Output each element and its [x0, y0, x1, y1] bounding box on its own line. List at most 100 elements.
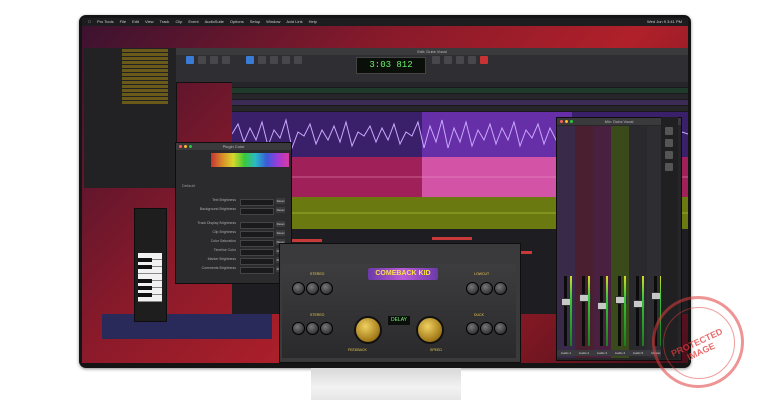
knob-label: STEREO	[310, 272, 325, 276]
knob-label: DUCK	[474, 313, 484, 317]
reset-button[interactable]: Reset	[276, 207, 285, 213]
strip-name[interactable]: Audio 5	[629, 350, 647, 356]
menu-options[interactable]: Options	[230, 18, 244, 26]
pref-label: Background Brightness	[199, 207, 236, 211]
tool-icon[interactable]	[665, 139, 673, 147]
piano-key-black[interactable]	[138, 286, 152, 290]
strip-name[interactable]: Audio 3	[593, 350, 611, 356]
meter-bar	[122, 69, 168, 72]
meter-bar	[122, 85, 168, 88]
menu-bar:  Pro Tools File Edit View Track Clip Ev…	[82, 18, 688, 26]
watermark-stamp: PROTECTED IMAGE	[652, 296, 744, 388]
grid-mode-button[interactable]	[222, 56, 230, 64]
grabber-tool-button[interactable]	[282, 56, 290, 64]
zoom-icon[interactable]	[570, 120, 573, 123]
zoom-tool-button[interactable]	[246, 56, 254, 64]
color-palette-grid[interactable]	[211, 153, 289, 167]
plugin-knob[interactable]	[494, 282, 507, 295]
piano-key-black[interactable]	[138, 279, 152, 283]
strip-name[interactable]: Audio 1	[557, 350, 575, 356]
reset-button[interactable]: Reset	[276, 221, 285, 227]
close-icon[interactable]	[560, 120, 563, 123]
pref-row: Timeline ColorReset	[186, 248, 286, 256]
fast-forward-button[interactable]	[468, 56, 476, 64]
meter-bar	[122, 65, 168, 68]
pref-slider[interactable]	[240, 267, 274, 274]
meter-bar	[122, 77, 168, 80]
pref-slider[interactable]	[240, 222, 274, 229]
menu-view[interactable]: View	[145, 18, 154, 26]
plugin-knob[interactable]	[480, 322, 493, 335]
plugin-knob[interactable]	[292, 282, 305, 295]
plugin-knob[interactable]	[306, 282, 319, 295]
plugin-knob[interactable]	[320, 322, 333, 335]
menu-window[interactable]: Window	[266, 18, 280, 26]
feedback-knob[interactable]	[354, 316, 382, 344]
knob-label: LOWCUT	[474, 272, 490, 276]
close-icon[interactable]	[179, 145, 182, 148]
zoom-icon[interactable]	[189, 145, 192, 148]
plugin-knob[interactable]	[494, 322, 507, 335]
app-name[interactable]: Pro Tools	[97, 18, 114, 26]
plugin-knob[interactable]	[480, 282, 493, 295]
plugin-knob[interactable]	[466, 282, 479, 295]
pref-label: Track Display Brightness	[197, 221, 236, 225]
knob-label: SPEED	[430, 348, 442, 352]
selector-tool-button[interactable]	[270, 56, 278, 64]
pref-row: Background Brightness Reset	[186, 207, 286, 215]
strip-name[interactable]: Audio 4	[611, 350, 629, 356]
stop-button[interactable]	[444, 56, 452, 64]
speed-knob[interactable]	[416, 316, 444, 344]
reset-button[interactable]: Reset	[276, 198, 285, 204]
pref-slider[interactable]	[240, 240, 274, 247]
plugin-knob[interactable]	[320, 282, 333, 295]
blue-audio-track[interactable]	[102, 314, 272, 339]
main-counter[interactable]: 3:03 812	[356, 57, 426, 74]
reset-button[interactable]: Reset	[276, 230, 285, 236]
pref-slider[interactable]	[240, 231, 274, 238]
strip-name[interactable]: Audio 2	[575, 350, 593, 356]
plugin-display: DELAY	[388, 316, 410, 325]
record-button[interactable]	[480, 56, 488, 64]
tool-icon[interactable]	[665, 163, 673, 171]
menu-track[interactable]: Track	[160, 18, 170, 26]
menu-clip[interactable]: Clip	[175, 18, 182, 26]
slip-mode-button[interactable]	[198, 56, 206, 64]
menu-setup[interactable]: Setup	[250, 18, 260, 26]
spot-mode-button[interactable]	[210, 56, 218, 64]
pref-slider[interactable]	[240, 249, 274, 256]
pref-slider[interactable]	[240, 208, 274, 215]
menu-help[interactable]: Help	[309, 18, 317, 26]
shuffle-mode-button[interactable]	[186, 56, 194, 64]
fader-track	[582, 276, 585, 346]
monitor-stand	[311, 368, 461, 400]
minimize-icon[interactable]	[565, 120, 568, 123]
piano-key-black[interactable]	[138, 293, 152, 297]
pref-slider[interactable]	[240, 199, 274, 206]
piano-key-black[interactable]	[138, 265, 152, 269]
channel-strip: Audio 1	[557, 126, 576, 358]
menu-audiosuite[interactable]: AudioSuite	[205, 18, 224, 26]
play-button[interactable]	[456, 56, 464, 64]
pencil-tool-button[interactable]	[294, 56, 302, 64]
plugin-knob[interactable]	[466, 322, 479, 335]
piano-key-black[interactable]	[138, 258, 152, 262]
tool-icon[interactable]	[665, 127, 673, 135]
plugin-title: COMEBACK KID	[368, 268, 438, 280]
apple-icon[interactable]: 	[88, 18, 91, 26]
menu-avid-link[interactable]: Avid Link	[286, 18, 302, 26]
tool-icon[interactable]	[665, 151, 673, 159]
channel-strip: Audio 3	[593, 126, 612, 358]
minimize-icon[interactable]	[184, 145, 187, 148]
pref-slider[interactable]	[240, 258, 274, 265]
midi-keyboard	[134, 208, 167, 322]
plugin-knob[interactable]	[292, 322, 305, 335]
rewind-button[interactable]	[432, 56, 440, 64]
menu-file[interactable]: File	[120, 18, 126, 26]
pref-label: Comments Brightness	[201, 266, 236, 270]
fader-track	[618, 276, 621, 346]
menu-edit[interactable]: Edit	[132, 18, 139, 26]
menu-event[interactable]: Event	[188, 18, 198, 26]
trim-tool-button[interactable]	[258, 56, 266, 64]
plugin-knob[interactable]	[306, 322, 319, 335]
